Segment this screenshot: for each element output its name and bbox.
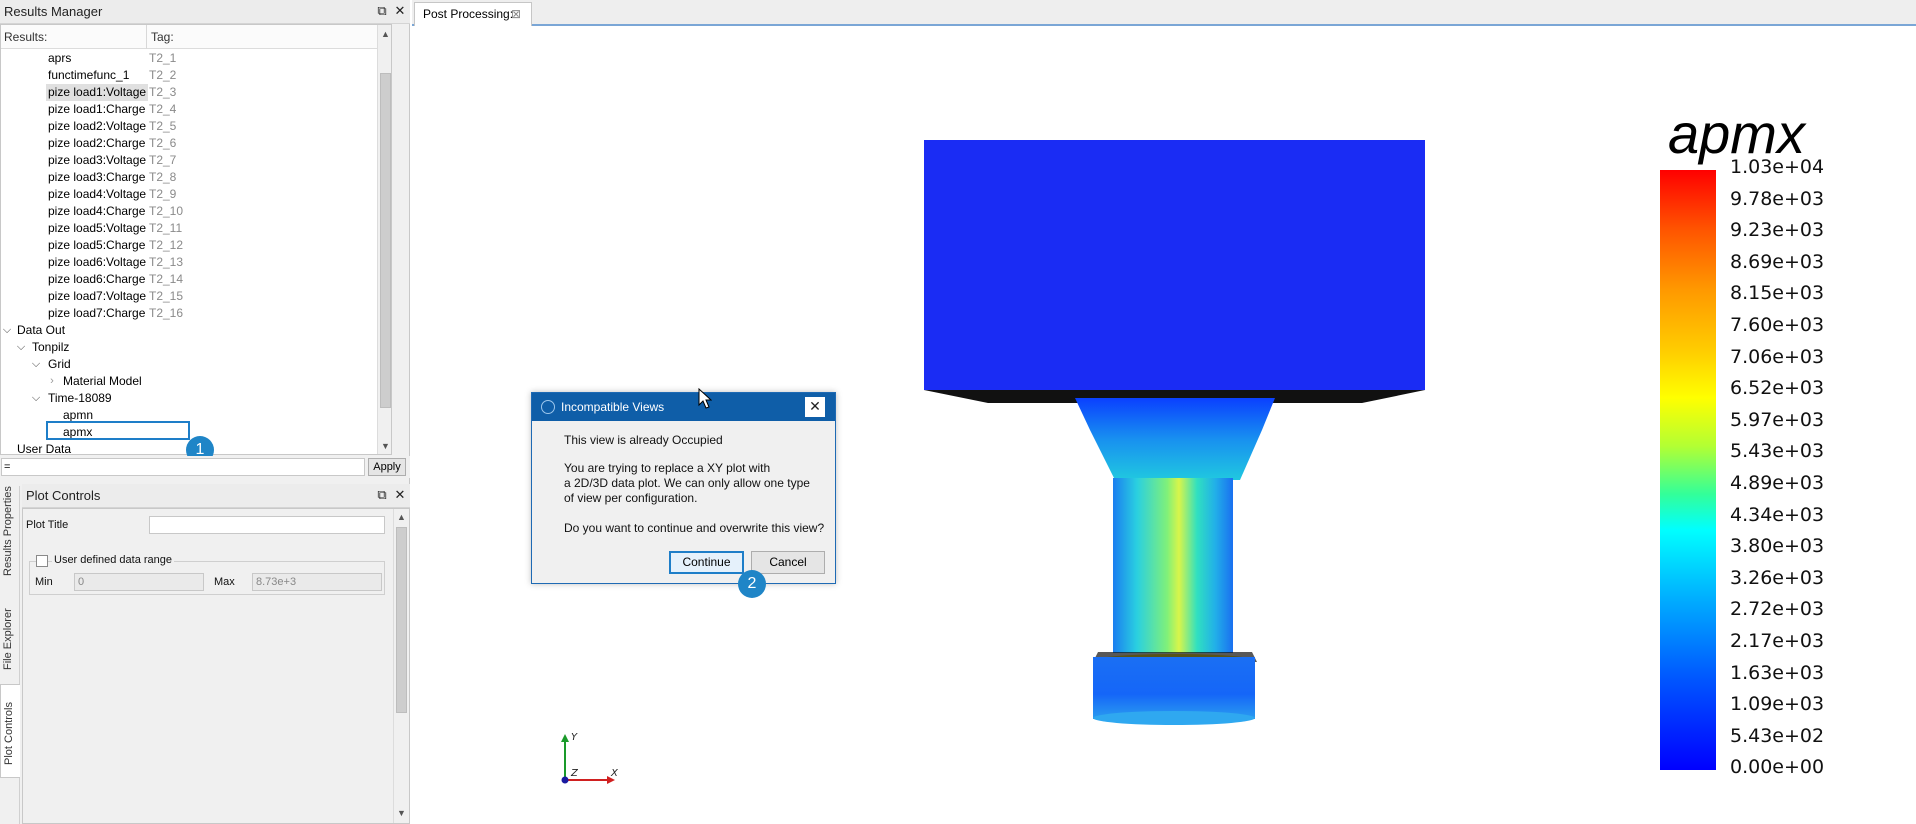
legend-tick-label: 5.43e+02	[1730, 724, 1825, 747]
tail-bottom	[1093, 711, 1255, 725]
dialog-message-2: You are trying to replace a XY plot with	[564, 461, 771, 475]
neck	[1075, 398, 1275, 480]
legend-tick-label: 9.23e+03	[1730, 219, 1825, 242]
legend-tick-label: 1.63e+03	[1730, 661, 1825, 684]
legend-tick-label: 3.26e+03	[1730, 566, 1825, 589]
dialog-titlebar[interactable]: Incompatible Views ✕	[532, 393, 835, 421]
color-scale-bar	[1660, 170, 1716, 770]
legend-tick-label: 6.52e+03	[1730, 377, 1825, 400]
app-window: Results Manager ⧉ ✕ Results: Tag: aprs T2…	[0, 0, 1916, 824]
x-axis-label: X	[610, 768, 619, 779]
legend-tick-label: 5.43e+03	[1730, 440, 1825, 463]
tonpilz-model-render	[924, 140, 1425, 725]
z-axis-label: Z	[570, 768, 579, 779]
legend-tick-label: 9.78e+03	[1730, 187, 1825, 210]
legend-tick-label: 3.80e+03	[1730, 535, 1825, 558]
legend-tick-label: 2.17e+03	[1730, 630, 1825, 652]
legend-tick-label: 8.69e+03	[1730, 250, 1825, 273]
legend-tick-label: 8.15e+03	[1730, 282, 1825, 305]
legend-tick-label: 2.72e+03	[1730, 598, 1825, 621]
legend-tick-label: 7.60e+03	[1730, 314, 1825, 336]
step-badge-2: 2	[738, 570, 766, 598]
legend-title: apmx	[1668, 102, 1805, 165]
dialog-message-3: a 2D/3D data plot. We can only allow one…	[564, 476, 810, 490]
dialog-title: Incompatible Views	[561, 400, 665, 414]
dialog-message-4: of view per configuration.	[564, 491, 698, 505]
dialog-message-1: This view is already Occupied	[564, 433, 723, 447]
legend-tick-label: 4.34e+03	[1730, 503, 1825, 526]
incompatible-views-dialog: Incompatible Views ✕ This view is alread…	[531, 392, 836, 584]
legend-tick-label: 1.09e+03	[1730, 693, 1825, 716]
app-icon	[541, 400, 555, 414]
axis-triad: Y X Z	[561, 732, 619, 784]
cancel-button[interactable]: Cancel	[751, 551, 825, 574]
legend-tick-label: 1.03e+04	[1730, 156, 1825, 178]
dialog-message-5: Do you want to continue and overwrite th…	[564, 521, 825, 535]
legend-tick-label: 0.00e+00	[1730, 756, 1825, 779]
legend-tick-label: 7.06e+03	[1730, 345, 1825, 368]
legend-tick-label: 5.97e+03	[1730, 408, 1825, 431]
continue-button[interactable]: Continue	[669, 551, 744, 574]
stem	[1113, 478, 1233, 653]
head-mass	[924, 140, 1425, 390]
legend-tick-label: 4.89e+03	[1730, 472, 1825, 494]
y-axis-label: Y	[571, 732, 578, 743]
tail-mass	[1093, 657, 1255, 719]
mouse-cursor-icon	[698, 388, 712, 409]
z-axis-dot	[561, 776, 569, 784]
y-axis-arrow	[561, 734, 569, 742]
close-icon[interactable]: ✕	[805, 397, 825, 417]
